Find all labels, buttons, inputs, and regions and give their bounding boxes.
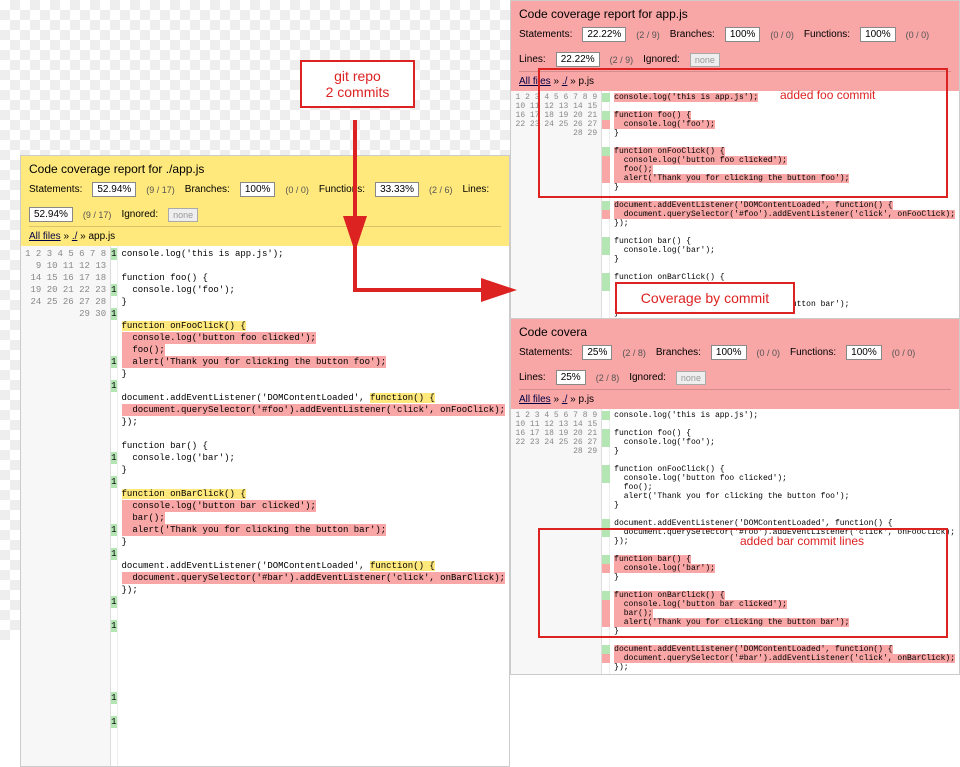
stats-row: Statements: 52.94% (9 / 17) Branches: 10… xyxy=(29,182,501,222)
stats-row: Statements: 22.22% (2 / 9) Branches: 100… xyxy=(519,27,951,67)
coverage-panel-bar: Code covera Statements: 25% (2 / 8) Bran… xyxy=(510,318,960,675)
stat-branches-val: 100% xyxy=(240,182,276,197)
coverage-header: Code coverage report for ./app.js Statem… xyxy=(21,156,509,246)
stat-lines-val: 52.94% xyxy=(29,207,73,222)
crumb-allfiles[interactable]: All files xyxy=(519,76,551,87)
code-listing: 1 2 3 4 5 6 7 8 9 10 11 12 13 14 15 16 1… xyxy=(21,246,509,766)
stat-functions-sub: (2 / 6) xyxy=(429,185,453,195)
report-title: Code covera xyxy=(519,325,951,339)
stat-lines-sub: (9 / 17) xyxy=(83,210,112,220)
report-title: Code coverage report for ./app.js xyxy=(29,162,501,176)
code-listing: 1 2 3 4 5 6 7 8 9 10 11 12 13 14 15 16 1… xyxy=(511,91,959,356)
stats-row: Statements: 25% (2 / 8) Branches: 100% (… xyxy=(519,345,951,385)
code-listing: 1 2 3 4 5 6 7 8 9 10 11 12 13 14 15 16 1… xyxy=(511,409,959,674)
stat-branches-label: Branches: xyxy=(185,184,230,195)
breadcrumb: All files » ./ » p.js xyxy=(519,389,951,405)
crumb-allfiles[interactable]: All files xyxy=(519,394,551,405)
crumb-file: p.js xyxy=(579,76,595,87)
crumb-file: p.js xyxy=(579,394,595,405)
breadcrumb: All files » ./ » p.js xyxy=(519,71,951,87)
stat-statements-val: 52.94% xyxy=(92,182,136,197)
callout-coverage-by-commit: Coverage by commit xyxy=(615,282,795,314)
coverage-header: Code coverage report for app.js Statemen… xyxy=(511,1,959,91)
stat-functions-val: 33.33% xyxy=(375,182,419,197)
crumb-allfiles[interactable]: All files xyxy=(29,231,61,242)
stat-ignored-val: none xyxy=(168,208,198,222)
stat-lines-label: Lines: xyxy=(463,184,490,195)
stat-statements-sub: (9 / 17) xyxy=(146,185,175,195)
coverage-header: Code covera Statements: 25% (2 / 8) Bran… xyxy=(511,319,959,409)
coverage-panel-main: Code coverage report for ./app.js Statem… xyxy=(20,155,510,767)
stat-statements-label: Statements: xyxy=(29,184,82,195)
report-title: Code coverage report for app.js xyxy=(519,7,951,21)
stat-branches-sub: (0 / 0) xyxy=(285,185,309,195)
callout-git-repo: git repo 2 commits xyxy=(300,60,415,108)
crumb-file: app.js xyxy=(89,231,116,242)
stat-functions-label: Functions: xyxy=(319,184,365,195)
stat-ignored-label: Ignored: xyxy=(121,209,158,220)
breadcrumb: All files » ./ » app.js xyxy=(29,226,501,242)
